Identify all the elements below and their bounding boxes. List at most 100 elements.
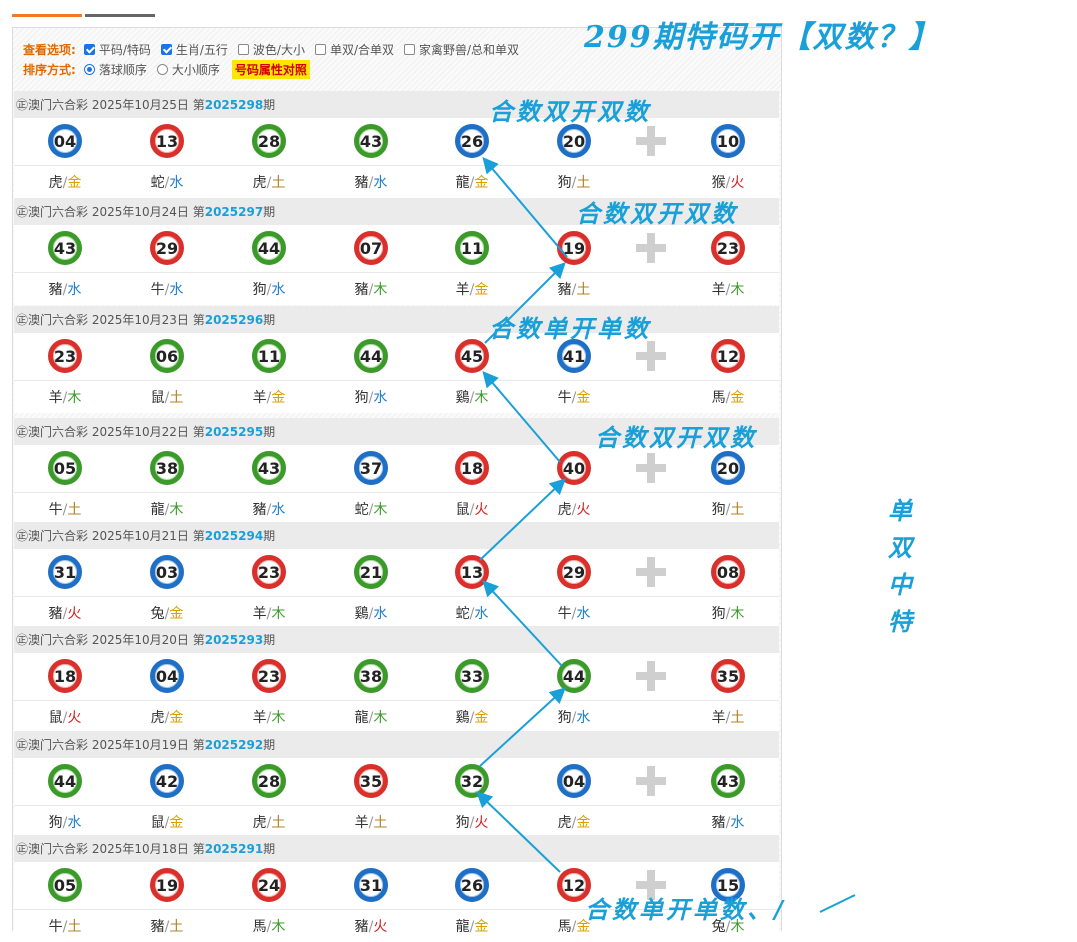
issue-number: 2025298 bbox=[204, 97, 264, 112]
ball-number: 38 bbox=[359, 666, 383, 686]
view-option[interactable]: 波色/大小 bbox=[236, 41, 305, 58]
ball-number: 43 bbox=[359, 131, 383, 151]
number-ball: 20 bbox=[557, 124, 591, 158]
zodiac: 猴 bbox=[711, 175, 726, 191]
element: 水 bbox=[373, 606, 388, 622]
issue-number: 2025292 bbox=[204, 737, 264, 752]
element: 火 bbox=[67, 710, 82, 726]
zodiac: 羊 bbox=[252, 390, 267, 406]
checkbox[interactable] bbox=[237, 43, 249, 55]
ball-number: 35 bbox=[716, 666, 740, 686]
ball-number: 26 bbox=[460, 875, 484, 895]
ball-number: 33 bbox=[460, 666, 484, 686]
number-ball: 35 bbox=[354, 764, 388, 798]
ball-number: 03 bbox=[155, 562, 179, 582]
element: 金 bbox=[169, 815, 184, 831]
ball-number: 23 bbox=[257, 562, 281, 582]
zodiac: 狗 bbox=[48, 815, 63, 831]
element: 火 bbox=[474, 502, 489, 518]
view-option[interactable]: 生肖/五行 bbox=[159, 41, 228, 58]
zodiac-element-label: 羊/木 bbox=[35, 387, 95, 407]
number-ball: 29 bbox=[557, 555, 591, 589]
annotation-title: 299期特码开【双数？】 bbox=[584, 20, 941, 55]
sort-option[interactable]: 大小顺序 bbox=[155, 61, 220, 78]
element: 火 bbox=[730, 175, 745, 191]
zodiac-element-label: 狗/水 bbox=[35, 812, 95, 832]
zodiac: 龍 bbox=[455, 919, 470, 935]
tab-inactive[interactable] bbox=[85, 14, 155, 17]
zodiac: 牛 bbox=[150, 282, 165, 298]
tab-active[interactable] bbox=[12, 14, 82, 17]
zodiac-element-label: 虎/土 bbox=[239, 812, 299, 832]
ball-number: 43 bbox=[53, 238, 77, 258]
zodiac: 龍 bbox=[455, 175, 470, 191]
row-divider bbox=[14, 492, 779, 493]
zodiac: 蛇 bbox=[354, 502, 369, 518]
special-ball: 12 bbox=[711, 339, 745, 373]
number-ball: 26 bbox=[455, 868, 489, 902]
draw-header: ㊣澳门六合彩 2025年10月19日 第 2025292 期 bbox=[14, 731, 779, 758]
attribute-table-button[interactable]: 号码属性对照 bbox=[231, 59, 310, 79]
element: 金 bbox=[67, 175, 82, 191]
checkbox[interactable] bbox=[314, 43, 326, 55]
zodiac: 鷄 bbox=[455, 390, 470, 406]
checkbox[interactable] bbox=[160, 43, 172, 55]
number-ball: 05 bbox=[48, 451, 82, 485]
sort-options-row: 排序方式: 落球顺序 大小顺序 号码属性对照 bbox=[23, 59, 783, 79]
number-ball: 04 bbox=[48, 124, 82, 158]
row-divider bbox=[14, 596, 779, 597]
radio-button[interactable] bbox=[83, 63, 95, 75]
view-option[interactable]: 平码/特码 bbox=[82, 41, 151, 58]
zodiac-element-label: 豬/水 bbox=[698, 812, 758, 832]
ball-number: 26 bbox=[460, 131, 484, 151]
tab-bar bbox=[12, 14, 155, 18]
row-divider bbox=[14, 805, 779, 806]
number-ball: 13 bbox=[455, 555, 489, 589]
draw-header: ㊣澳门六合彩 2025年10月21日 第 2025294 期 bbox=[14, 522, 779, 549]
zodiac-element-label: 虎/金 bbox=[137, 707, 197, 727]
annotation-note: 合数双开双数 bbox=[576, 199, 738, 228]
number-ball: 28 bbox=[252, 764, 286, 798]
element: 水 bbox=[169, 282, 184, 298]
sort-option[interactable]: 落球顺序 bbox=[82, 61, 147, 78]
ball-number: 12 bbox=[562, 875, 586, 895]
zodiac-element-label: 羊/木 bbox=[698, 279, 758, 299]
number-ball: 37 bbox=[354, 451, 388, 485]
view-option[interactable]: 单双/合单双 bbox=[313, 41, 394, 58]
checkbox[interactable] bbox=[404, 43, 415, 55]
zodiac: 蛇 bbox=[150, 175, 165, 191]
zodiac: 豬 bbox=[354, 175, 369, 191]
ball-number: 38 bbox=[155, 458, 179, 478]
view-option[interactable]: 家禽野兽/总和单双 bbox=[402, 41, 519, 58]
element: 土 bbox=[373, 815, 388, 831]
vertical-char: 单 bbox=[888, 496, 912, 525]
zodiac-element-label: 猴/火 bbox=[698, 172, 758, 192]
ball-number: 19 bbox=[562, 238, 586, 258]
draw-row: 04 13 28 43 26 20 10 虎/金 蛇/水 虎/土 豬/水 龍/金 狗/土 猴/火 bbox=[14, 118, 779, 198]
zodiac: 牛 bbox=[557, 390, 572, 406]
number-ball: 23 bbox=[252, 659, 286, 693]
zodiac-element-label: 蛇/水 bbox=[442, 603, 502, 623]
checkbox[interactable] bbox=[83, 43, 95, 55]
element: 土 bbox=[67, 502, 82, 518]
zodiac-element-label: 兔/金 bbox=[137, 603, 197, 623]
draw-row: 44 42 28 35 32 04 43 狗/水 鼠/金 虎/土 羊/土 狗/火 虎/金 豬/水 bbox=[14, 758, 779, 838]
zodiac-element-label: 龍/金 bbox=[442, 172, 502, 192]
annotation-note: 合数单开单数 bbox=[489, 314, 651, 343]
element: 火 bbox=[67, 606, 82, 622]
number-ball: 18 bbox=[48, 659, 82, 693]
zodiac: 豬 bbox=[354, 282, 369, 298]
sort-options-label: 排序方式: bbox=[23, 62, 76, 77]
zodiac-element-label: 豬/水 bbox=[341, 172, 401, 192]
special-ball: 10 bbox=[711, 124, 745, 158]
number-ball: 38 bbox=[150, 451, 184, 485]
ball-number: 20 bbox=[562, 131, 586, 151]
annotation-vertical: 单 双 中 特 bbox=[880, 492, 920, 640]
issue-suffix: 期 bbox=[263, 738, 276, 752]
zodiac-element-label: 牛/水 bbox=[137, 279, 197, 299]
radio-button[interactable] bbox=[156, 63, 168, 75]
sort-option-label: 大小顺序 bbox=[171, 62, 220, 77]
ball-number: 44 bbox=[359, 346, 383, 366]
row-divider bbox=[14, 165, 779, 166]
zodiac: 豬 bbox=[48, 606, 63, 622]
